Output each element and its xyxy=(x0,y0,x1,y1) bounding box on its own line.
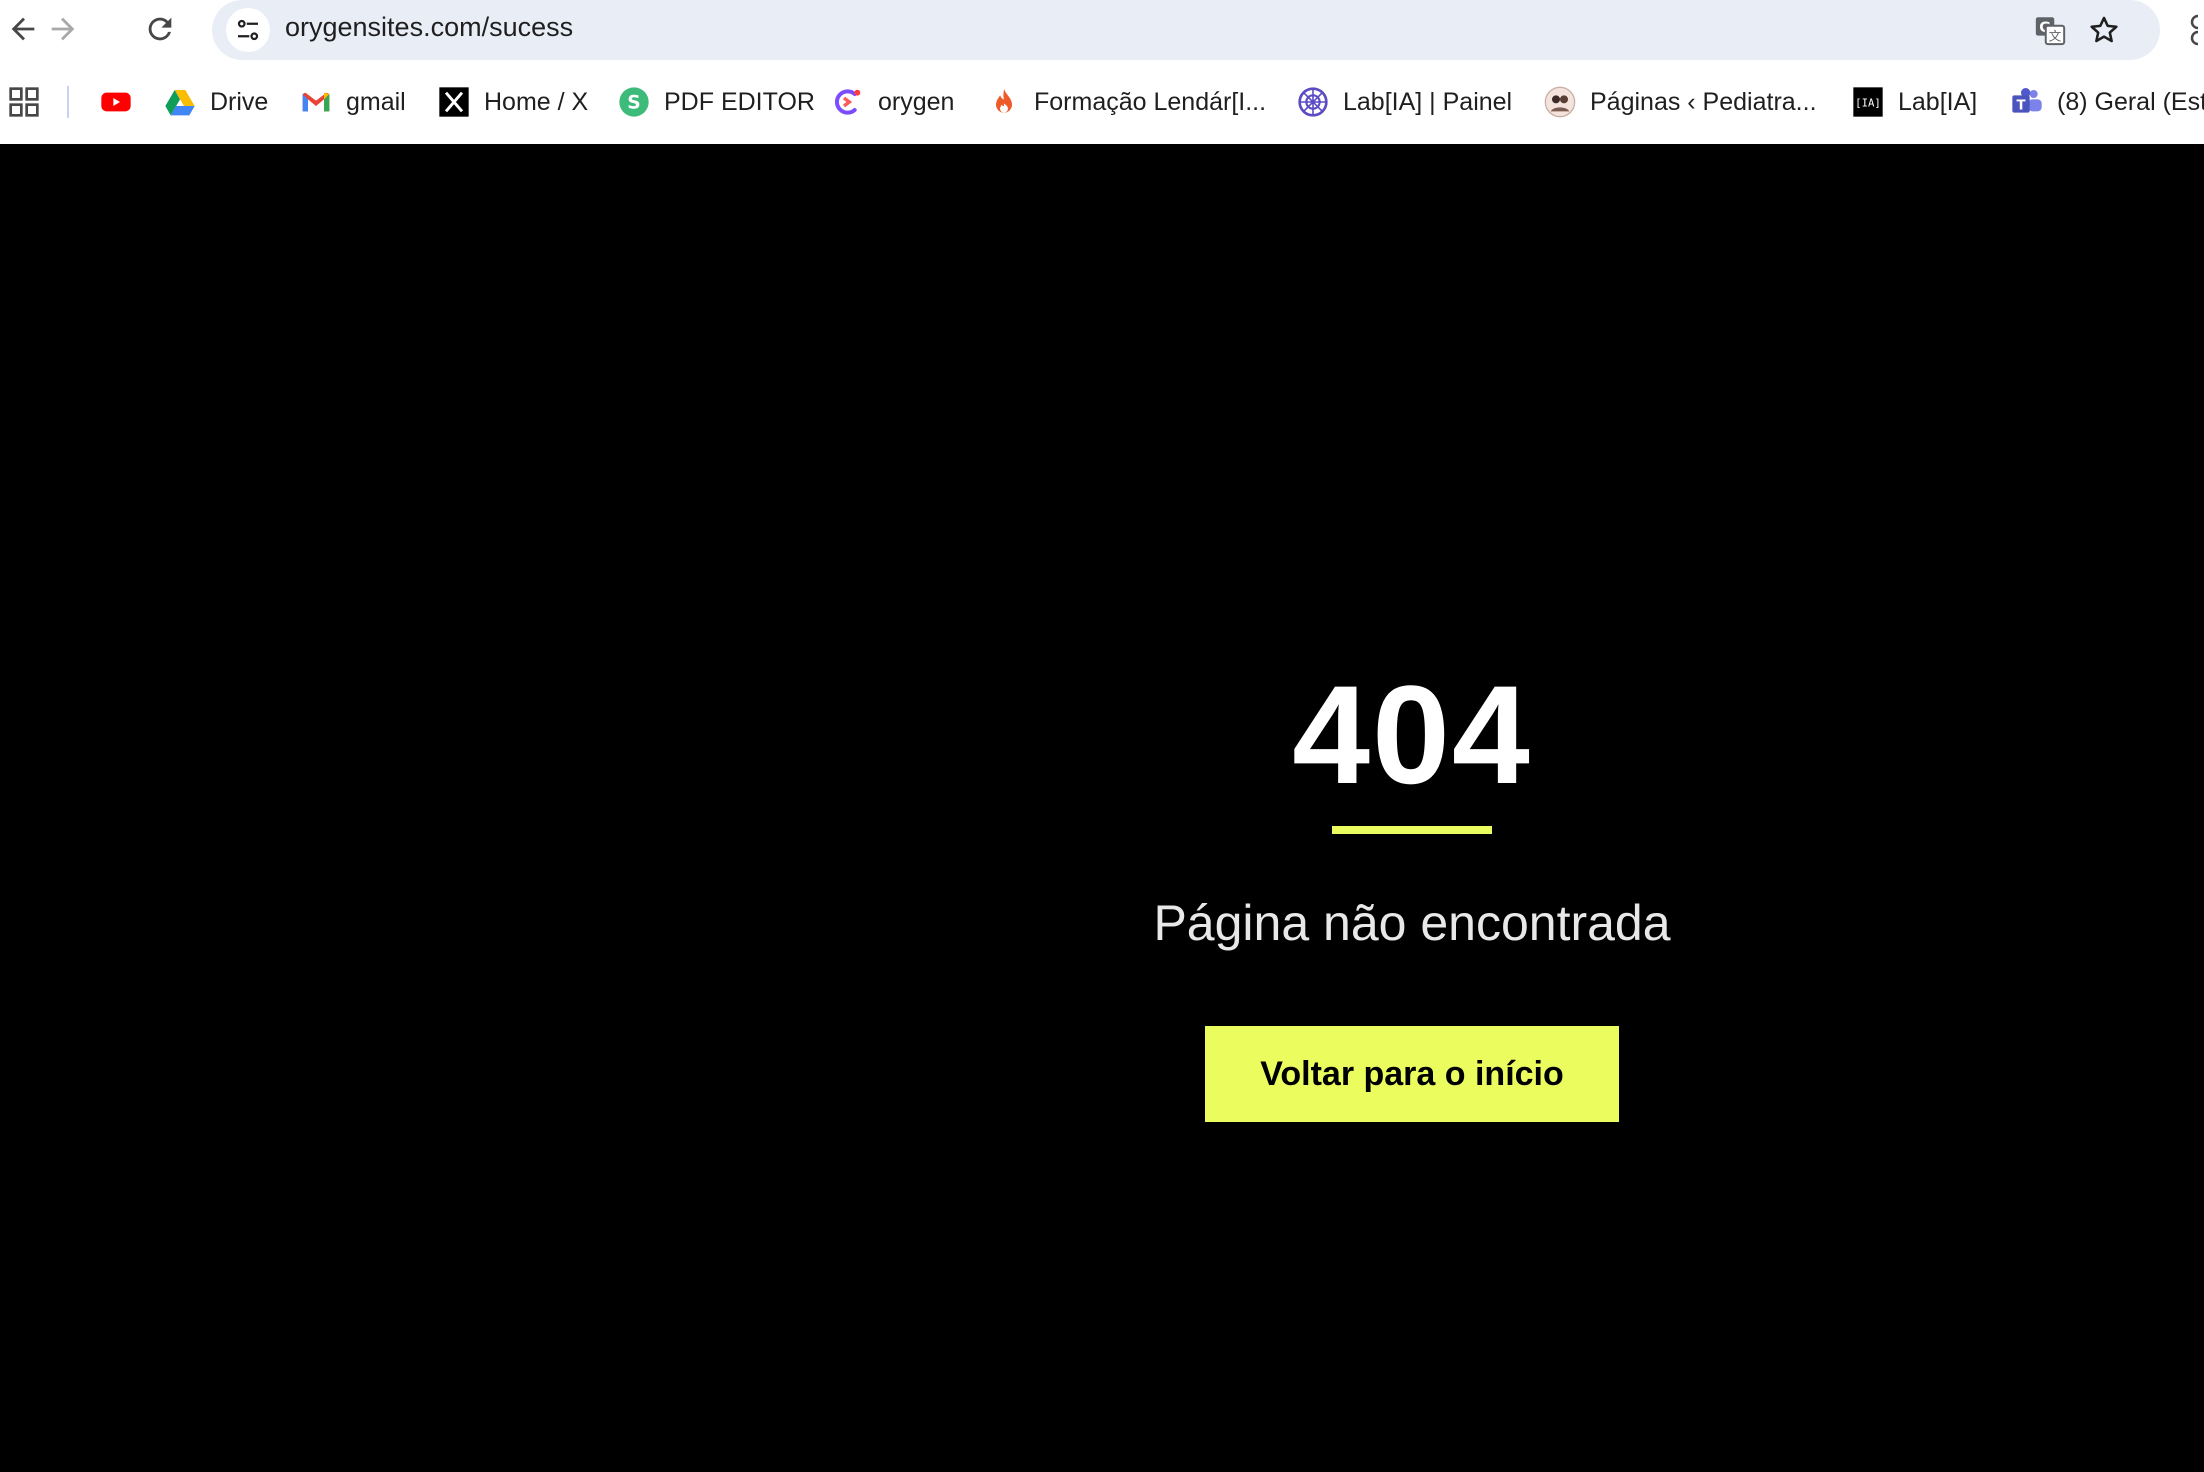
forward-button[interactable] xyxy=(40,6,86,52)
bookmark-label: (8) Geral (Est xyxy=(2057,87,2204,116)
browser-chrome: orygensites.com/sucess G 文 xyxy=(0,0,2204,144)
extension-icon[interactable] xyxy=(2190,10,2204,50)
bookmark-youtube[interactable] xyxy=(99,74,146,130)
bookmark-label: Lab[IA] xyxy=(1898,87,1978,116)
bookmark-formacao[interactable]: Formação Lendár[I... xyxy=(987,74,1266,130)
error-code: 404 xyxy=(1292,656,1532,813)
url-text[interactable]: orygensites.com/sucess xyxy=(285,12,573,43)
bookmark-gmail[interactable]: gmail xyxy=(299,74,406,130)
back-to-home-button[interactable]: Voltar para o início xyxy=(1205,1026,1619,1122)
apps-grid-icon[interactable] xyxy=(8,86,40,118)
page-content: 404 Página não encontrada Voltar para o … xyxy=(0,144,2204,1472)
bookmark-lab-painel[interactable]: Lab[IA] | Painel xyxy=(1296,74,1512,130)
gmail-icon xyxy=(299,85,333,119)
youtube-icon xyxy=(99,85,133,119)
lab-painel-icon xyxy=(1296,85,1330,119)
accent-divider xyxy=(1332,826,1492,834)
svg-text:S: S xyxy=(627,93,640,114)
bookmark-label: Drive xyxy=(210,87,269,116)
bookmark-label: orygen xyxy=(878,87,955,116)
flame-icon xyxy=(987,85,1021,119)
bookmark-label: Formação Lendár[I... xyxy=(1034,87,1267,116)
bookmark-label: gmail xyxy=(346,87,406,116)
site-info-button[interactable] xyxy=(226,8,270,52)
bookmark-x-home[interactable]: Home / X xyxy=(437,74,588,130)
google-drive-icon xyxy=(163,85,197,119)
error-message: Página não encontrada xyxy=(1153,895,1671,951)
pdf-editor-icon: S xyxy=(617,85,651,119)
forward-arrow-icon xyxy=(51,17,75,41)
translate-icon: G 文 xyxy=(2035,17,2066,46)
bookmark-label: Home / X xyxy=(484,87,589,116)
browser-toolbar: orygensites.com/sucess G 文 xyxy=(0,0,2204,62)
bookmark-label: PDF EDITOR xyxy=(664,87,815,116)
bookmark-pediatra[interactable]: Páginas ‹ Pediatra... xyxy=(1543,74,1817,130)
back-arrow-icon xyxy=(11,17,35,41)
svg-text:文: 文 xyxy=(2049,30,2062,45)
svg-text:T: T xyxy=(2016,98,2026,113)
reload-icon xyxy=(148,17,172,41)
lab-ia-icon: [IA] xyxy=(1851,85,1885,119)
bookmark-lab-ia[interactable]: [IA] Lab[IA] xyxy=(1851,74,1977,130)
bookmark-label: Lab[IA] | Painel xyxy=(1343,87,1513,116)
teams-icon: T xyxy=(2010,85,2044,119)
address-bar[interactable]: orygensites.com/sucess G 文 xyxy=(212,0,2160,60)
bookmarks-separator xyxy=(67,86,69,118)
x-icon xyxy=(437,85,471,119)
bookmark-orygen[interactable]: orygen xyxy=(831,74,954,130)
bookmark-label: Páginas ‹ Pediatra... xyxy=(1590,87,1817,116)
bookmark-pdf-editor[interactable]: S PDF EDITOR xyxy=(617,74,815,130)
bookmark-star-button[interactable] xyxy=(2082,8,2126,52)
bookmark-teams[interactable]: T (8) Geral (Est xyxy=(2010,74,2204,130)
translate-button[interactable]: G 文 xyxy=(2028,8,2072,52)
bookmarks-bar: Drive gmail Home / X S PDF EDITOR orygen xyxy=(0,74,2204,130)
svg-text:[IA]: [IA] xyxy=(1855,97,1881,110)
orygen-icon xyxy=(831,85,865,119)
tune-icon xyxy=(237,19,259,41)
bookmark-drive[interactable]: Drive xyxy=(163,74,268,130)
pediatra-icon xyxy=(1543,85,1577,119)
star-icon xyxy=(2090,16,2118,43)
reload-button[interactable] xyxy=(137,6,183,52)
